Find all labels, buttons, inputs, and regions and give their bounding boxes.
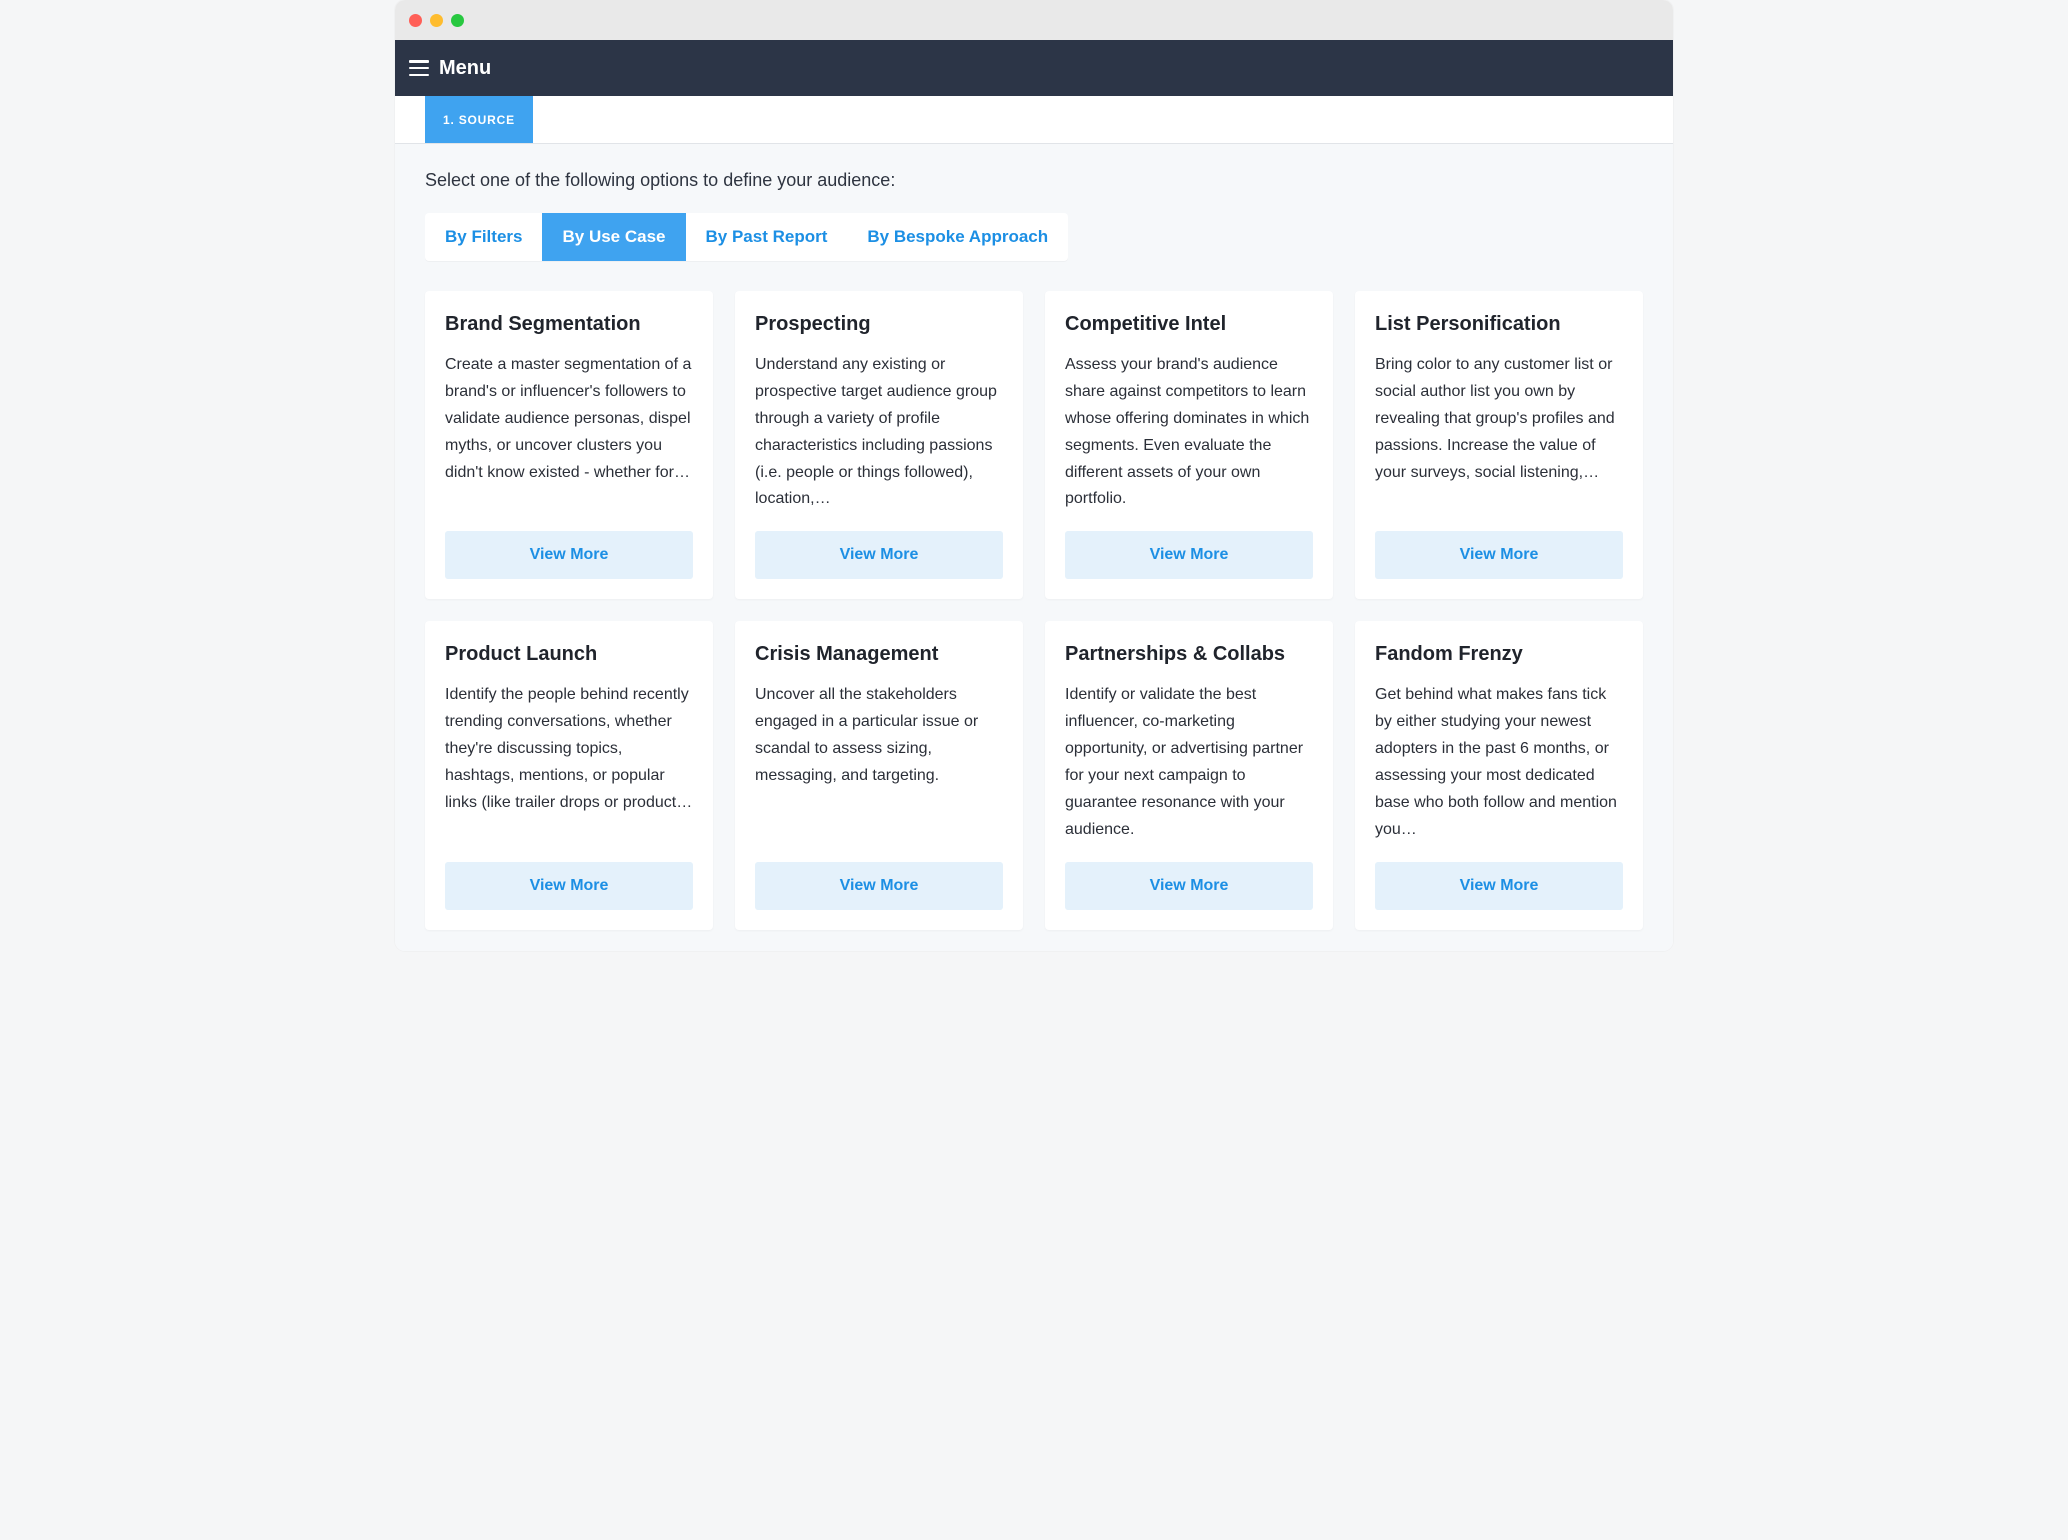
card-fandom-frenzy: Fandom Frenzy Get behind what makes fans… bbox=[1355, 621, 1643, 929]
menu-button[interactable]: Menu bbox=[409, 57, 491, 80]
card-product-launch: Product Launch Identify the people behin… bbox=[425, 621, 713, 929]
card-title: Prospecting bbox=[755, 313, 1003, 336]
card-description: Assess your brand's audience share again… bbox=[1065, 352, 1313, 513]
view-more-label: View More bbox=[1150, 546, 1229, 564]
view-more-label: View More bbox=[1460, 546, 1539, 564]
card-grid: Brand Segmentation Create a master segme… bbox=[425, 291, 1643, 930]
card-title: List Personification bbox=[1375, 313, 1623, 336]
card-description: Uncover all the stakeholders engaged in … bbox=[755, 682, 1003, 843]
step-tab-label: 1. SOURCE bbox=[443, 113, 515, 127]
filter-tab-filters[interactable]: By Filters bbox=[425, 213, 542, 261]
card-title: Product Launch bbox=[445, 643, 693, 666]
prompt-text: Select one of the following options to d… bbox=[425, 170, 1643, 191]
card-title: Fandom Frenzy bbox=[1375, 643, 1623, 666]
filter-tab-bespoke[interactable]: By Bespoke Approach bbox=[847, 213, 1068, 261]
view-more-label: View More bbox=[530, 877, 609, 895]
view-more-label: View More bbox=[840, 877, 919, 895]
top-nav: Menu bbox=[395, 40, 1673, 96]
filter-tab-label: By Filters bbox=[445, 227, 522, 246]
filter-tab-past-report[interactable]: By Past Report bbox=[686, 213, 848, 261]
view-more-button[interactable]: View More bbox=[445, 862, 693, 910]
card-partnerships-collabs: Partnerships & Collabs Identify or valid… bbox=[1045, 621, 1333, 929]
card-title: Crisis Management bbox=[755, 643, 1003, 666]
minimize-icon[interactable] bbox=[430, 14, 443, 27]
filter-tab-use-case[interactable]: By Use Case bbox=[542, 213, 685, 261]
card-description: Identify or validate the best influencer… bbox=[1065, 682, 1313, 843]
menu-label: Menu bbox=[439, 57, 491, 80]
view-more-label: View More bbox=[1150, 877, 1229, 895]
card-title: Competitive Intel bbox=[1065, 313, 1313, 336]
card-title: Brand Segmentation bbox=[445, 313, 693, 336]
card-description: Create a master segmentation of a brand'… bbox=[445, 352, 693, 513]
card-description: Identify the people behind recently tren… bbox=[445, 682, 693, 843]
view-more-button[interactable]: View More bbox=[1065, 862, 1313, 910]
step-tab-source[interactable]: 1. SOURCE bbox=[425, 96, 533, 143]
filter-tab-label: By Past Report bbox=[706, 227, 828, 246]
view-more-button[interactable]: View More bbox=[755, 862, 1003, 910]
view-more-button[interactable]: View More bbox=[1065, 531, 1313, 579]
card-description: Get behind what makes fans tick by eithe… bbox=[1375, 682, 1623, 843]
card-crisis-management: Crisis Management Uncover all the stakeh… bbox=[735, 621, 1023, 929]
content-area: Select one of the following options to d… bbox=[395, 144, 1673, 951]
view-more-label: View More bbox=[530, 546, 609, 564]
card-list-personification: List Personification Bring color to any … bbox=[1355, 291, 1643, 599]
view-more-button[interactable]: View More bbox=[1375, 531, 1623, 579]
view-more-button[interactable]: View More bbox=[1375, 862, 1623, 910]
filter-tabs: By Filters By Use Case By Past Report By… bbox=[425, 213, 1068, 261]
app-window: Menu 1. SOURCE Select one of the followi… bbox=[395, 0, 1673, 951]
steps-row: 1. SOURCE bbox=[395, 96, 1673, 144]
view-more-label: View More bbox=[1460, 877, 1539, 895]
filter-tab-label: By Use Case bbox=[562, 227, 665, 246]
filter-tab-label: By Bespoke Approach bbox=[867, 227, 1048, 246]
view-more-label: View More bbox=[840, 546, 919, 564]
hamburger-icon bbox=[409, 60, 429, 76]
card-title: Partnerships & Collabs bbox=[1065, 643, 1313, 666]
titlebar bbox=[395, 0, 1673, 40]
close-icon[interactable] bbox=[409, 14, 422, 27]
card-description: Understand any existing or prospective t… bbox=[755, 352, 1003, 513]
card-description: Bring color to any customer list or soci… bbox=[1375, 352, 1623, 513]
view-more-button[interactable]: View More bbox=[755, 531, 1003, 579]
maximize-icon[interactable] bbox=[451, 14, 464, 27]
card-brand-segmentation: Brand Segmentation Create a master segme… bbox=[425, 291, 713, 599]
view-more-button[interactable]: View More bbox=[445, 531, 693, 579]
card-competitive-intel: Competitive Intel Assess your brand's au… bbox=[1045, 291, 1333, 599]
card-prospecting: Prospecting Understand any existing or p… bbox=[735, 291, 1023, 599]
